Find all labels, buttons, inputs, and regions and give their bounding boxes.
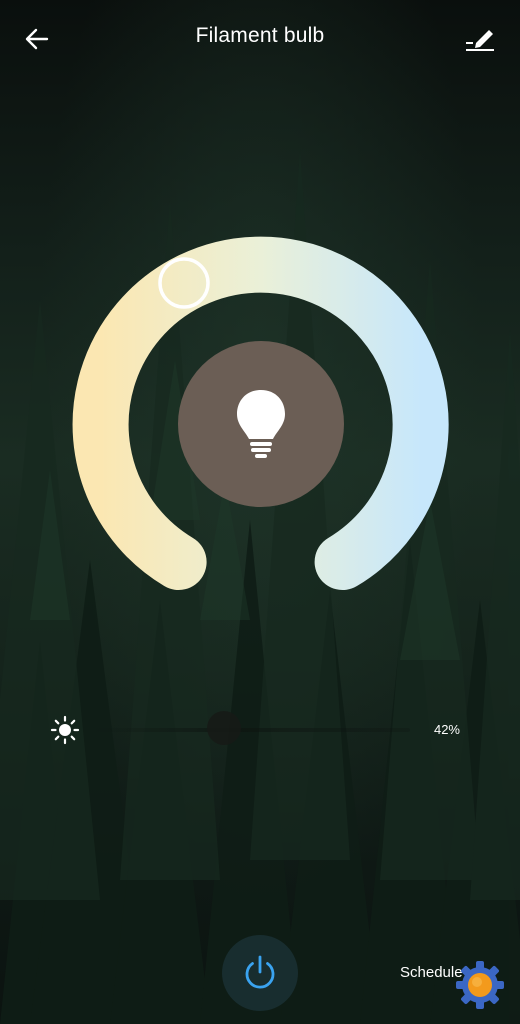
power-icon [245, 955, 275, 989]
brightness-control: 42% [40, 700, 480, 760]
edit-button[interactable] [460, 20, 498, 56]
app-header: Filament bulb [0, 0, 520, 76]
bulb-toggle[interactable] [178, 341, 344, 507]
power-button[interactable] [222, 935, 298, 1011]
brightness-slider-track[interactable] [90, 728, 410, 732]
gear-badge-icon[interactable] [454, 959, 506, 1011]
pencil-edit-icon [466, 30, 494, 51]
lightbulb-icon [237, 390, 285, 458]
sun-icon [50, 715, 80, 745]
brightness-slider-thumb[interactable] [207, 711, 242, 745]
page-title: Filament bulb [195, 24, 325, 47]
brightness-value: 42% [433, 722, 460, 737]
